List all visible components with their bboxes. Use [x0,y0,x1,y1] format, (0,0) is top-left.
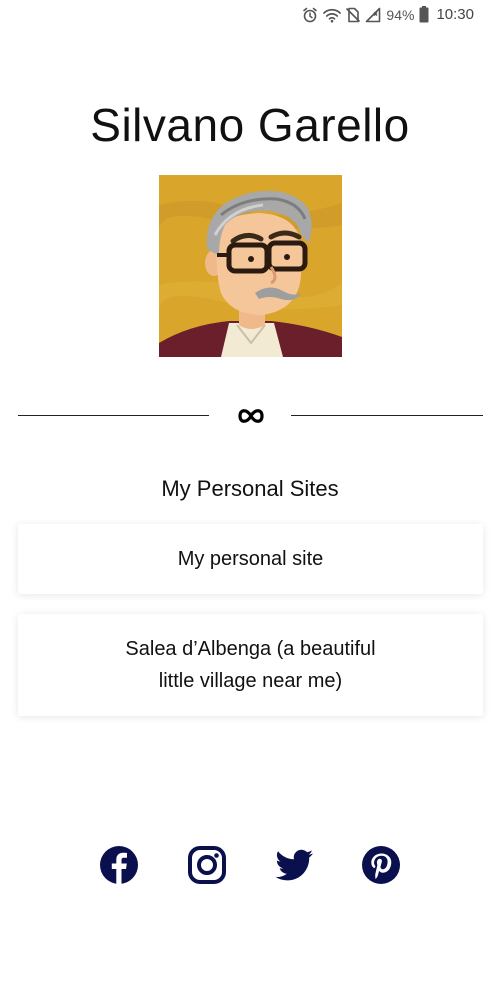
link-card-personal-site[interactable]: My personal site [18,524,483,594]
battery-icon [419,6,429,23]
instagram-icon[interactable] [187,845,227,885]
status-icons: 94% 10:30 [302,6,474,23]
no-sim-icon [346,7,361,22]
link-card-salea-albenga[interactable]: Salea d’Albenga (a beautiful little vill… [18,614,483,716]
divider-line-right [291,415,483,416]
infinity-icon [238,409,264,423]
pinterest-icon[interactable] [361,845,401,885]
battery-percent: 94% [386,6,415,23]
link-card-label: My personal site [177,548,324,570]
page-title: Silvano Garello [90,99,410,151]
divider-line-left [18,415,209,416]
links-section-heading: My Personal Sites [161,476,339,501]
link-card-label: Salea d’Albenga (a beautiful little vill… [125,638,376,692]
facebook-icon[interactable] [99,845,139,885]
alarm-icon [303,7,318,22]
avatar [159,175,342,357]
section-divider [18,404,483,428]
signal-icon [366,7,381,22]
status-time: 10:30 [436,6,474,23]
twitter-icon[interactable] [274,845,314,885]
wifi-icon [323,8,342,22]
status-bar: 94% 10:30 [0,0,500,30]
social-links [0,845,500,885]
